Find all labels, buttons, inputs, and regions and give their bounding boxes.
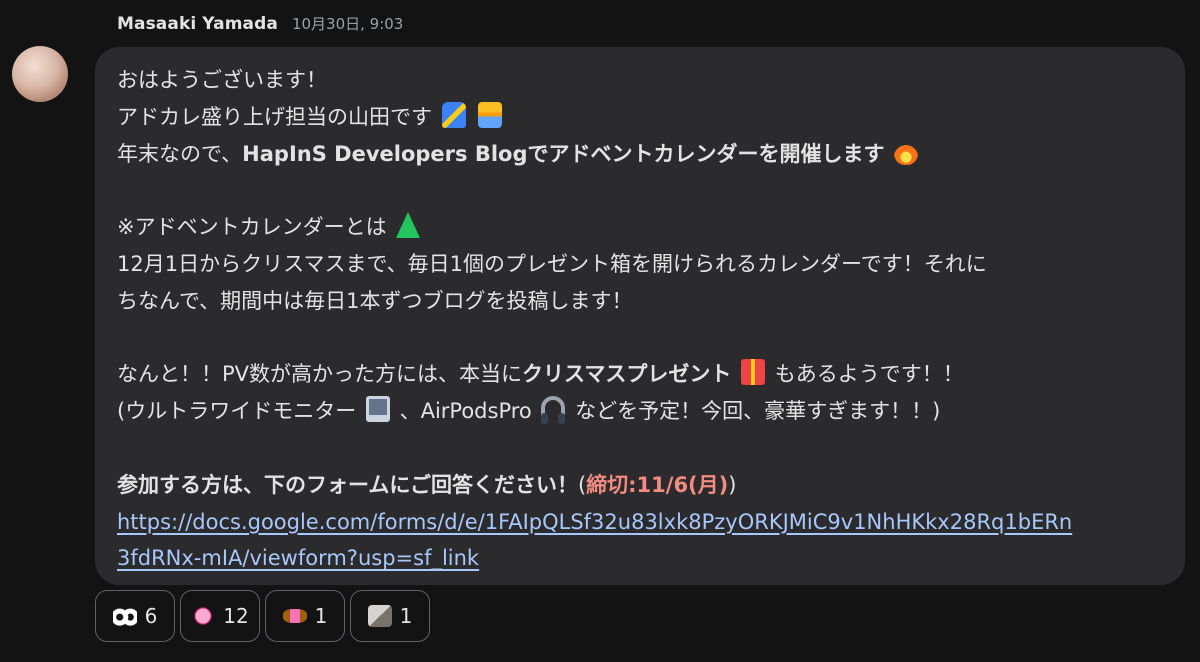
form-link[interactable]: https://docs.google.com/forms/d/e/1FAIpQ… xyxy=(117,510,1072,534)
message-bold-text: HapInS Developers Blogでアドベントカレンダーを開催します xyxy=(242,141,885,166)
message-text: なんと！！PV数が高かった方には、本当に xyxy=(117,362,523,387)
message-line: https://docs.google.com/forms/d/e/1FAIpQ… xyxy=(117,504,1167,541)
avatar[interactable] xyxy=(12,46,68,102)
reactions-bar: 6 12 1 1 xyxy=(95,590,430,642)
message-text: などを予定！今回、豪華すぎます！！) xyxy=(575,399,941,424)
tank-top-icon xyxy=(441,101,466,128)
message-text: おはようございます！ xyxy=(117,68,327,92)
message-text: 、AirPodsPro xyxy=(399,399,532,424)
reaction-count: 1 xyxy=(399,604,413,628)
message-line: 12月1日からクリスマスまで、毎日1個のプレゼント箱を開けられるカレンダーです！… xyxy=(117,246,1167,283)
message-line: (ウルトラワイドモニター 、AirPodsPro などを予定！今回、豪華すぎます… xyxy=(117,393,1167,430)
message-line: ちなんで、期間中は毎日1本ずつブログを投稿します！ xyxy=(117,283,1167,320)
reaction-hands-sticker[interactable]: 1 xyxy=(265,590,345,642)
message-line: おはようございます！ xyxy=(117,62,1167,99)
reaction-pig-sticker[interactable]: 12 xyxy=(180,590,260,642)
deadline-text: 締切:11/6(月) xyxy=(586,472,729,497)
reaction-count: 12 xyxy=(223,604,249,628)
person-sticker-icon xyxy=(367,605,392,627)
message-line: 参加する方は、下のフォームにご回答ください！(締切:11/6(月)) xyxy=(117,467,1167,504)
message-text: ※アドベントカレンダーとは xyxy=(117,215,387,240)
message-text: ) xyxy=(728,472,737,497)
form-link[interactable]: 3fdRNx-mIA/viewform?usp=sf_link xyxy=(117,546,479,570)
reaction-count: 6 xyxy=(144,604,158,628)
message-header: Masaaki Yamada 10月30日, 9:03 xyxy=(117,13,403,34)
message-line: 3fdRNx-mIA/viewform?usp=sf_link xyxy=(117,540,1167,577)
message-text: 年末なので、 xyxy=(117,141,243,166)
pig-sticker-icon xyxy=(191,605,216,627)
message-text: 12月1日からクリスマスまで、毎日1個のプレゼント箱を開けられるカレンダーです！… xyxy=(117,251,987,276)
message-line: なんと！！PV数が高かった方には、本当にクリスマスプレゼント もあるようです！！ xyxy=(117,356,1167,393)
message-text: アドカレ盛り上げ担当の山田です xyxy=(117,104,432,129)
desktop-monitor-icon xyxy=(365,396,390,423)
message-line: アドカレ盛り上げ担当の山田です xyxy=(117,99,1167,136)
message-text: ちなんで、期間中は毎日1本ずつブログを投稿します！ xyxy=(117,288,633,313)
christmas-tree-icon xyxy=(396,212,421,239)
message-text: (ウルトラワイドモニター xyxy=(117,399,357,424)
message-text: ( xyxy=(577,472,587,497)
sunrise-icon xyxy=(478,101,503,128)
headphones-icon xyxy=(541,396,566,425)
message-line: 年末なので、HapInS Developers Blogでアドベントカレンダーを… xyxy=(117,136,1167,173)
sender-name[interactable]: Masaaki Yamada xyxy=(117,14,278,34)
hands-sticker-icon xyxy=(282,609,307,623)
reaction-person-sticker[interactable]: 1 xyxy=(350,590,430,642)
message-bold-text: 参加する方は、下のフォームにご回答ください！ xyxy=(117,472,578,497)
reaction-eyes[interactable]: 6 xyxy=(95,590,175,642)
message-timestamp: 10月30日, 9:03 xyxy=(291,15,404,33)
fire-icon xyxy=(894,138,919,165)
reaction-count: 1 xyxy=(314,604,328,628)
message-body: おはようございます！ アドカレ盛り上げ担当の山田です 年末なので、HapInS … xyxy=(117,62,1167,577)
eyes-icon xyxy=(112,605,137,627)
message-text: もあるようです！！ xyxy=(774,362,964,387)
message-line: ※アドベントカレンダーとは xyxy=(117,209,1167,246)
gift-icon xyxy=(741,359,766,386)
message-bold-text: クリスマスプレゼント xyxy=(522,362,732,387)
chat-message-view: Masaaki Yamada 10月30日, 9:03 おはようございます！ ア… xyxy=(0,0,1200,662)
